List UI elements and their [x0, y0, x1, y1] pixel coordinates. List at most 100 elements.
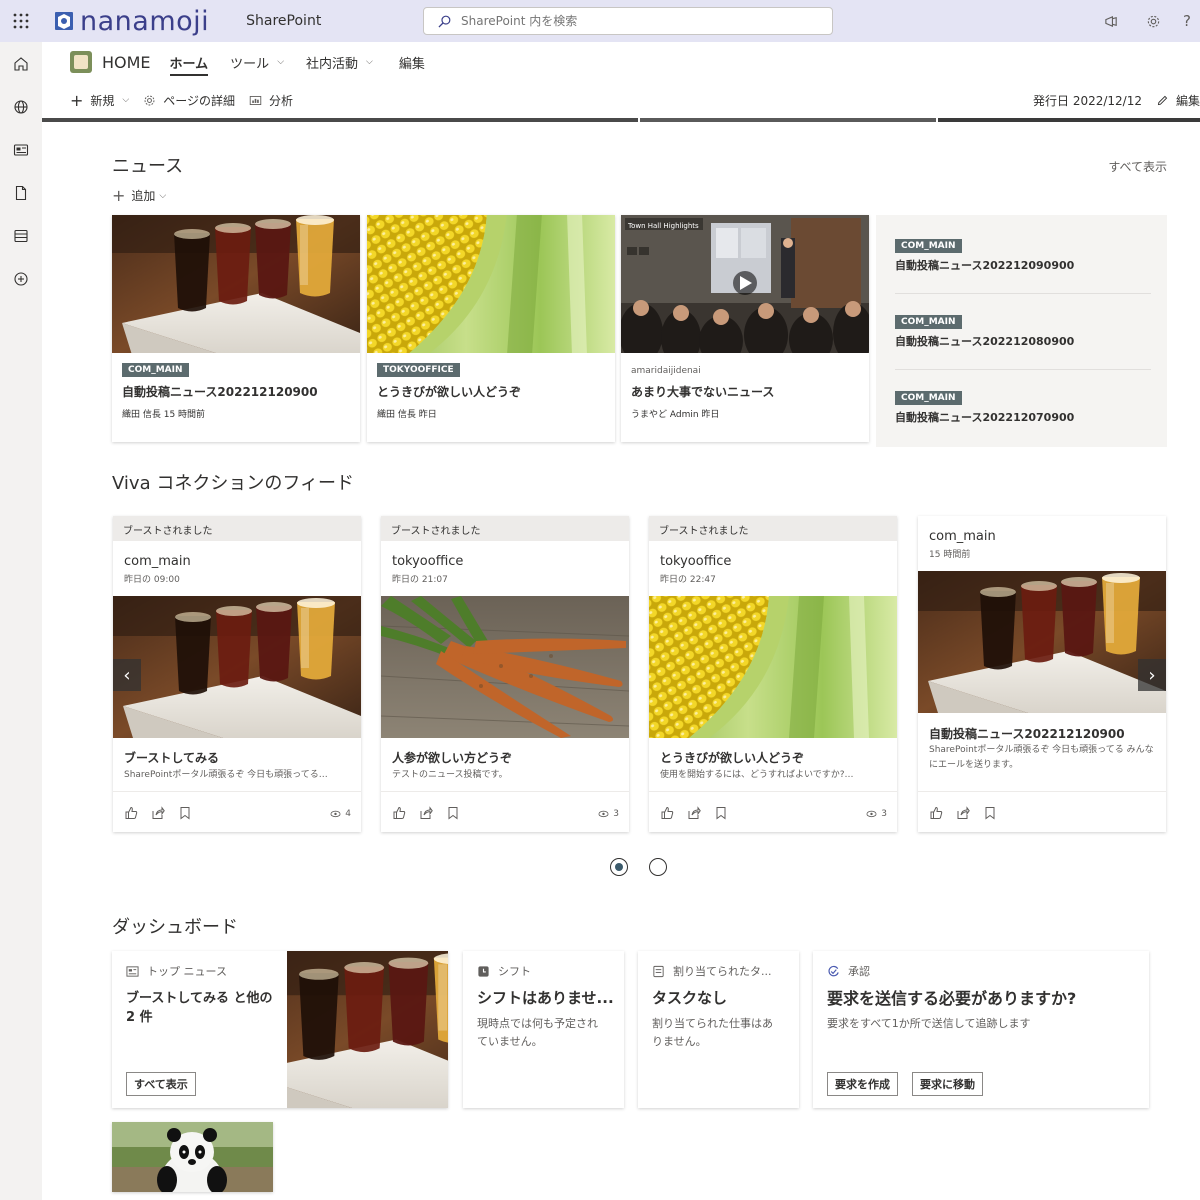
site-logo[interactable] [70, 51, 92, 73]
page-details-button[interactable]: ページの詳細 [143, 92, 235, 109]
news-see-all-link[interactable]: すべて表示 [1108, 158, 1167, 175]
news-image-beer [112, 215, 360, 353]
carousel-prev-button[interactable]: ‹ [113, 659, 141, 691]
viva-time: 昨日の 22:47 [660, 575, 716, 585]
share-icon[interactable] [956, 806, 970, 820]
nav-edit-label: 編集 [398, 56, 425, 72]
viva-image-beer [918, 571, 1166, 713]
viva-card-title: 人参が欲しい方どうぞ [392, 751, 513, 765]
carousel-dot-2[interactable] [649, 858, 667, 876]
help-icon[interactable]: ? [1174, 0, 1200, 42]
gear-icon [144, 95, 155, 105]
edit-button[interactable]: 編集 [1156, 92, 1200, 109]
viva-card[interactable]: com_main 15 時間前 自動投稿ニュース202212120900 Sha… [918, 516, 1166, 832]
bookmark-icon[interactable] [983, 806, 997, 820]
viva-card-desc: SharePointポータル頑張るぞ 今日も頑張ってる みんなにエールを送ります… [929, 745, 1154, 770]
view-count-value: 3 [613, 808, 619, 819]
card-body: 割り当てられた仕事はありません。 [652, 1017, 773, 1048]
viva-author: com_main [124, 554, 191, 569]
viva-card[interactable]: ブーストされました tokyooffice 昨日の 22:47 とうきびが欲しい… [649, 516, 897, 832]
chevron-down-icon: ⌵ [159, 190, 167, 201]
like-icon[interactable] [124, 806, 138, 820]
viva-card-title: 自動投稿ニュース202212120900 [929, 727, 1125, 741]
edit-label: 編集 [1175, 93, 1200, 108]
plus-icon: + [112, 186, 126, 205]
app-launcher-icon[interactable] [0, 0, 42, 42]
see-all-button[interactable]: すべて表示 [126, 1072, 196, 1096]
nav-home[interactable]: ホーム [169, 42, 208, 82]
share-icon[interactable] [419, 806, 433, 820]
gear-icon[interactable] [1132, 0, 1174, 42]
share-icon[interactable] [687, 806, 701, 820]
dashboard-card-shift[interactable]: シフト シフトはありませ... 現時点では何も予定されていません。 [463, 951, 624, 1108]
view-count: 3 [598, 808, 619, 819]
card-header: 承認 [827, 963, 870, 979]
dashboard-card-top-news[interactable]: トップ ニュース ブーストしてみる と他の 2 件 すべて表示 [112, 951, 448, 1108]
like-icon[interactable] [392, 806, 406, 820]
news-card[interactable]: COM_MAIN 自動投稿ニュース202212120900 織田 信長 15 時… [112, 215, 360, 442]
boosted-label: ブーストされました [113, 516, 361, 541]
analytics-label: 分析 [269, 93, 294, 108]
news-list-item[interactable]: COM_MAIN 自動投稿ニュース202212080900 [895, 313, 1074, 349]
bookmark-icon[interactable] [178, 806, 192, 820]
viva-time: 15 時間前 [929, 550, 971, 560]
news-tag: COM_MAIN [895, 391, 962, 405]
published-date: 発行日 2022/12/12 [1033, 93, 1142, 108]
news-list: COM_MAIN 自動投稿ニュース202212090900 COM_MAIN 自… [876, 215, 1167, 447]
go-to-requests-button[interactable]: 要求に移動 [912, 1072, 983, 1096]
globe-icon[interactable] [0, 85, 42, 128]
bookmark-icon[interactable] [714, 806, 728, 820]
viva-card-desc: SharePointポータル頑張るぞ 今日も頑張ってる… [124, 770, 328, 780]
viva-title: Viva コネクションのフィード [112, 473, 354, 494]
list-icon[interactable] [0, 214, 42, 257]
nav-edit[interactable]: 編集 [399, 42, 425, 82]
news-add-button[interactable]: + 追加 ⌵ [112, 186, 166, 205]
search-input[interactable] [461, 14, 821, 28]
eye-icon [598, 810, 609, 818]
nav-tools-label: ツール [230, 56, 270, 72]
carousel-dot-1[interactable] [610, 858, 628, 876]
brand[interactable]: nanamoji [52, 6, 209, 37]
news-card[interactable]: TOKYOOFFICE とうきびが欲しい人どうぞ 織田 信長 昨日 [367, 215, 615, 442]
view-count-value: 3 [881, 808, 887, 819]
page-details-label: ページの詳細 [163, 93, 236, 108]
brand-logo-icon [55, 12, 73, 30]
viva-card[interactable]: ブーストされました com_main 昨日の 09:00 ブーストしてみる Sh… [113, 516, 361, 832]
viva-card[interactable]: ブーストされました tokyooffice 昨日の 21:07 人参が欲しい方ど… [381, 516, 629, 832]
dashboard-card-tasks[interactable]: 割り当てられたタ... タスクなし 割り当てられた仕事はありません。 [638, 951, 799, 1108]
card-header: 割り当てられたタ... [652, 963, 772, 979]
viva-image-corn [649, 596, 897, 738]
create-request-button[interactable]: 要求を作成 [827, 1072, 898, 1096]
share-icon[interactable] [151, 806, 165, 820]
nav-tools[interactable]: ツール ⌵ [230, 42, 284, 82]
carousel-next-button[interactable]: › [1138, 659, 1166, 691]
site-title[interactable]: HOME [102, 53, 151, 72]
clock-icon [478, 965, 489, 977]
chevron-down-icon: ⌵ [366, 57, 373, 67]
news-icon[interactable] [0, 128, 42, 171]
like-icon[interactable] [929, 806, 943, 820]
new-button[interactable]: + 新規 ⌵ [70, 91, 129, 110]
news-list-item[interactable]: COM_MAIN 自動投稿ニュース202212070900 [895, 389, 1074, 425]
news-card[interactable]: Town Hall Highlights amaridaijidenai あまり… [621, 215, 869, 442]
news-list-item[interactable]: COM_MAIN 自動投稿ニュース202212090900 [895, 237, 1074, 273]
panda-image[interactable] [112, 1122, 273, 1192]
news-list-title: 自動投稿ニュース202212090900 [895, 259, 1075, 272]
home-icon[interactable] [0, 42, 42, 85]
search-box[interactable] [423, 7, 833, 35]
bookmark-icon[interactable] [446, 806, 460, 820]
analytics-button[interactable]: 分析 [249, 92, 293, 109]
card-header-label: 承認 [848, 965, 870, 978]
eye-icon [866, 810, 877, 818]
viva-card-title: ブーストしてみる [124, 751, 220, 765]
plus-icon: + [70, 90, 84, 110]
megaphone-icon[interactable] [1090, 0, 1132, 42]
nav-activities[interactable]: 社内活動 ⌵ [306, 42, 373, 82]
dashboard-card-approvals[interactable]: 承認 要求を送信する必要がありますか? 要求をすべて1か所で送信して追跡します … [813, 951, 1149, 1108]
document-icon[interactable] [0, 171, 42, 214]
chevron-down-icon: ⌵ [277, 57, 285, 67]
like-icon[interactable] [660, 806, 674, 820]
add-circle-icon[interactable] [0, 257, 42, 300]
card-title: ブーストしてみる と他の 2 件 [126, 991, 273, 1025]
app-name[interactable]: SharePoint [246, 13, 321, 29]
